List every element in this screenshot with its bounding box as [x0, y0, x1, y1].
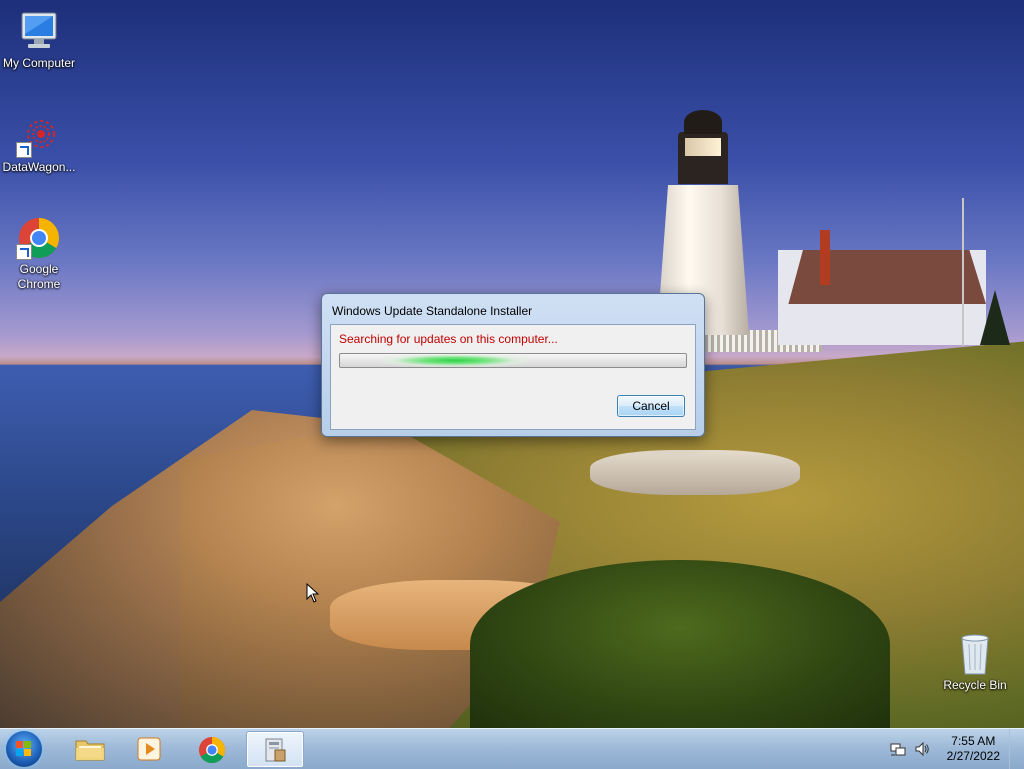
clock-time: 7:55 AM: [951, 734, 996, 748]
desktop-icon-recycle-bin[interactable]: Recycle Bin: [935, 632, 1015, 693]
datawagon-icon: [16, 114, 62, 158]
house-roof: [788, 250, 986, 304]
clock-date: 2/27/2022: [946, 749, 1000, 763]
dialog-title: Windows Update Standalone Installer: [332, 304, 533, 318]
desktop-icon-datawagon[interactable]: DataWagon...: [0, 114, 79, 175]
taskbar-installer-button[interactable]: [246, 731, 304, 768]
installer-icon: [265, 738, 286, 762]
folder-icon: [75, 740, 105, 761]
media-player-icon: [137, 737, 161, 761]
shortcut-arrow-icon: [16, 244, 32, 260]
desktop-icon-my-computer[interactable]: My Computer: [0, 10, 79, 71]
desktop-icon-label: DataWagon...: [2, 160, 76, 174]
desktop-icon-label: Recycle Bin: [943, 678, 1007, 692]
rock: [590, 450, 800, 495]
lighthouse-cap: [684, 110, 722, 134]
taskbar: 7:55 AM 2/27/2022: [0, 728, 1024, 769]
taskbar-media-player-button[interactable]: [122, 731, 178, 766]
desktop-icon-label: My Computer: [2, 56, 76, 70]
mouse-cursor-icon: [306, 583, 320, 603]
taskbar-chrome-button[interactable]: [184, 731, 240, 766]
cancel-button[interactable]: Cancel: [617, 395, 685, 417]
chimney: [820, 230, 830, 285]
chrome-icon: [16, 216, 62, 260]
dialog-body: Searching for updates on this computer..…: [330, 324, 696, 430]
bush: [470, 560, 890, 728]
recycle-bin-icon: [952, 632, 998, 676]
progress-bar: [339, 353, 687, 368]
progress-marquee: [381, 354, 527, 367]
desktop-icon-label: Google Chrome: [17, 262, 61, 291]
windows-logo-icon: [16, 741, 32, 757]
taskbar-clock[interactable]: 7:55 AM 2/27/2022: [947, 734, 1000, 764]
show-desktop-button[interactable]: [1009, 729, 1024, 769]
chrome-icon: [198, 736, 226, 764]
installer-dialog: Windows Update Standalone Installer Sear…: [321, 293, 705, 437]
volume-icon[interactable]: [914, 741, 930, 757]
taskbar-explorer-button[interactable]: [62, 731, 118, 766]
status-text: Searching for updates on this computer..…: [339, 332, 558, 346]
start-button[interactable]: [6, 731, 42, 767]
network-icon[interactable]: [890, 741, 906, 757]
shortcut-arrow-icon: [16, 142, 32, 158]
lighthouse-lantern: [678, 132, 728, 184]
desktop-icon-google-chrome[interactable]: Google Chrome: [0, 216, 79, 292]
flag-pole: [962, 198, 964, 346]
computer-icon: [16, 10, 62, 54]
